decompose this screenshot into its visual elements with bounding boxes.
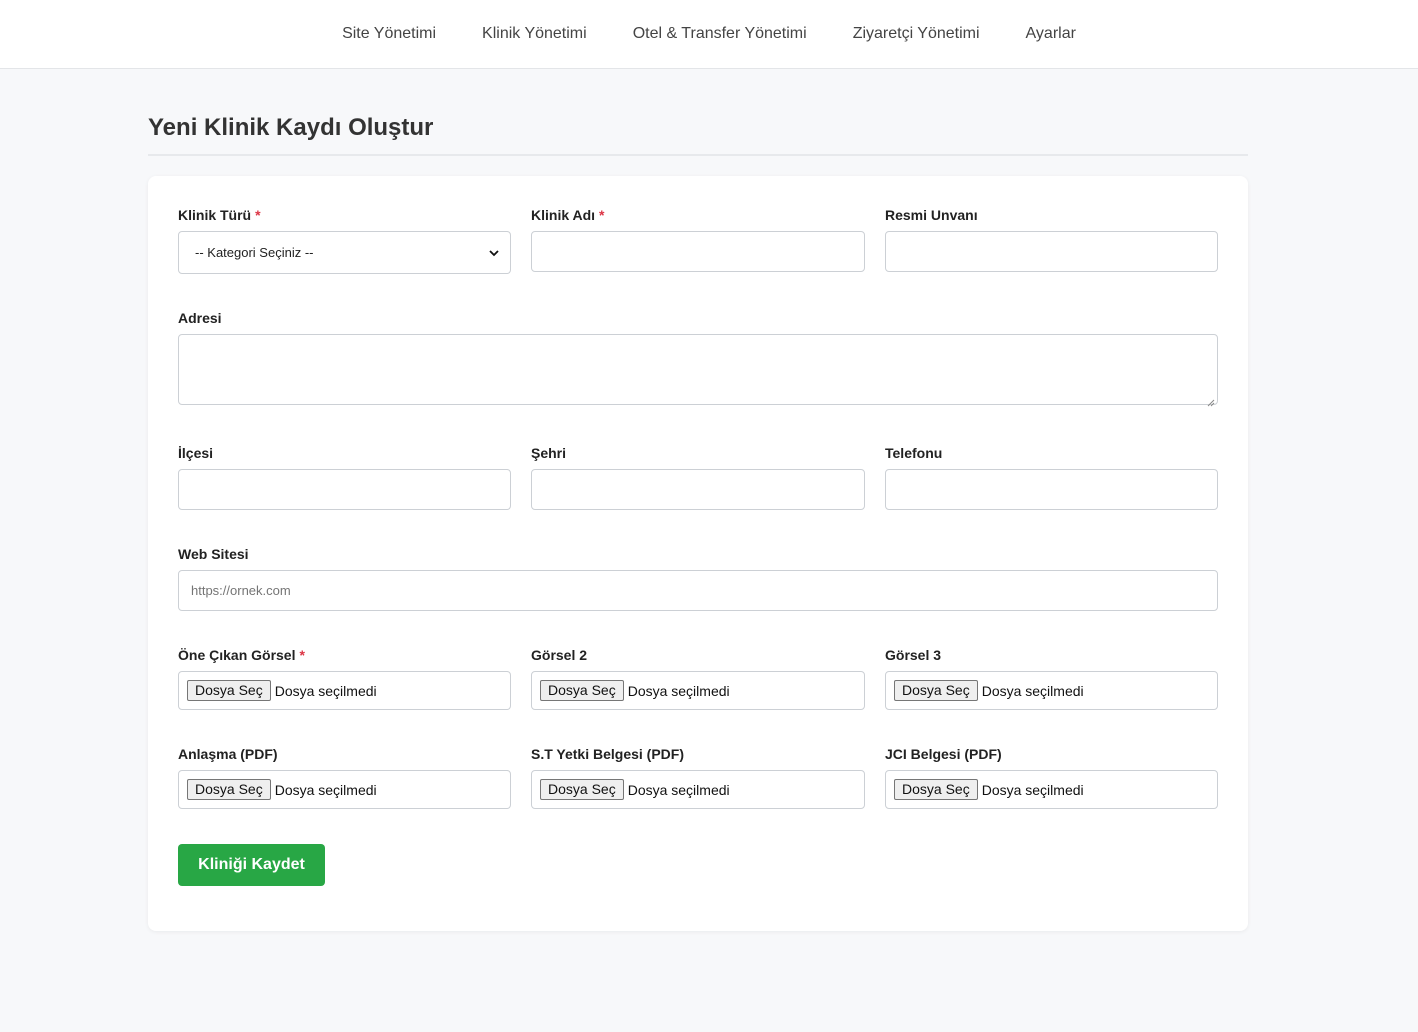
website-input[interactable]: https://ornek.com xyxy=(178,570,1218,611)
required-marker: * xyxy=(599,207,605,223)
choose-file-button[interactable]: Dosya Seç xyxy=(894,779,978,800)
page-title: Yeni Klinik Kaydı Oluştur xyxy=(148,114,434,141)
clinic-form-card: Klinik Türü * -- Kategori Seçiniz -- Klin… xyxy=(148,176,1248,931)
nav-visitor-management[interactable]: Ziyaretçi Yönetimi xyxy=(830,25,1003,43)
district-input[interactable] xyxy=(178,469,511,510)
jci-certificate-field: JCI Belgesi (PDF) Dosya Seç Dosya seçilm… xyxy=(885,746,1218,809)
phone-input[interactable] xyxy=(885,469,1218,510)
city-input[interactable] xyxy=(531,469,865,510)
file-status-text: Dosya seçilmedi xyxy=(274,682,377,699)
district-label: İlçesi xyxy=(178,445,214,461)
jci-certificate-file-input[interactable]: Dosya Seç Dosya seçilmedi xyxy=(885,770,1218,809)
required-marker: * xyxy=(299,647,305,663)
authorization-certificate-field: S.T Yetki Belgesi (PDF) Dosya Seç Dosya … xyxy=(531,746,865,809)
required-marker: * xyxy=(255,207,261,223)
clinic-name-field: Klinik Adı * xyxy=(531,207,865,272)
file-status-text: Dosya seçilmedi xyxy=(981,781,1084,798)
clinic-type-selected-value: -- Kategori Seçiniz -- xyxy=(195,245,314,260)
nav-clinic-management[interactable]: Klinik Yönetimi xyxy=(459,25,610,43)
choose-file-button[interactable]: Dosya Seç xyxy=(187,680,271,701)
phone-field: Telefonu xyxy=(885,445,1218,510)
website-field: Web Sitesi https://ornek.com xyxy=(178,546,1218,611)
file-status-text: Dosya seçilmedi xyxy=(627,682,730,699)
agreement-pdf-file-input[interactable]: Dosya Seç Dosya seçilmedi xyxy=(178,770,511,809)
authorization-certificate-file-input[interactable]: Dosya Seç Dosya seçilmedi xyxy=(531,770,865,809)
featured-image-field: Öne Çıkan Görsel * Dosya Seç Dosya seçilm… xyxy=(178,647,511,710)
image-2-field: Görsel 2 Dosya Seç Dosya seçilmedi xyxy=(531,647,865,710)
website-placeholder: https://ornek.com xyxy=(191,583,291,598)
address-label: Adresi xyxy=(178,310,222,326)
authorization-certificate-label: S.T Yetki Belgesi (PDF) xyxy=(531,746,685,762)
nav-hotel-transfer-management[interactable]: Otel & Transfer Yönetimi xyxy=(610,25,830,43)
image-2-label: Görsel 2 xyxy=(531,647,588,663)
phone-label: Telefonu xyxy=(885,445,943,461)
choose-file-button[interactable]: Dosya Seç xyxy=(540,779,624,800)
agreement-pdf-field: Anlaşma (PDF) Dosya Seç Dosya seçilmedi xyxy=(178,746,511,809)
clinic-type-field: Klinik Türü * -- Kategori Seçiniz -- xyxy=(178,207,511,274)
nav-site-management[interactable]: Site Yönetimi xyxy=(319,25,459,43)
website-label: Web Sitesi xyxy=(178,546,249,562)
city-field: Şehri xyxy=(531,445,865,510)
chevron-down-icon xyxy=(488,247,500,259)
featured-image-label: Öne Çıkan Görsel * xyxy=(178,647,305,663)
official-title-field: Resmi Unvanı xyxy=(885,207,1218,272)
featured-image-file-input[interactable]: Dosya Seç Dosya seçilmedi xyxy=(178,671,511,710)
clinic-type-label: Klinik Türü * xyxy=(178,207,261,223)
clinic-name-input[interactable] xyxy=(531,231,865,272)
official-title-label: Resmi Unvanı xyxy=(885,207,978,223)
choose-file-button[interactable]: Dosya Seç xyxy=(894,680,978,701)
image-3-field: Görsel 3 Dosya Seç Dosya seçilmedi xyxy=(885,647,1218,710)
agreement-pdf-label: Anlaşma (PDF) xyxy=(178,746,278,762)
top-navigation: Site Yönetimi Klinik Yönetimi Otel & Tra… xyxy=(0,0,1418,69)
file-status-text: Dosya seçilmedi xyxy=(274,781,377,798)
save-clinic-button[interactable]: Kliniği Kaydet xyxy=(178,844,325,886)
image-2-file-input[interactable]: Dosya Seç Dosya seçilmedi xyxy=(531,671,865,710)
choose-file-button[interactable]: Dosya Seç xyxy=(187,779,271,800)
clinic-type-select[interactable]: -- Kategori Seçiniz -- xyxy=(178,231,511,274)
title-divider xyxy=(148,154,1248,156)
file-status-text: Dosya seçilmedi xyxy=(981,682,1084,699)
district-field: İlçesi xyxy=(178,445,511,510)
jci-certificate-label: JCI Belgesi (PDF) xyxy=(885,746,1002,762)
official-title-input[interactable] xyxy=(885,231,1218,272)
choose-file-button[interactable]: Dosya Seç xyxy=(540,680,624,701)
clinic-name-label: Klinik Adı * xyxy=(531,207,605,223)
city-label: Şehri xyxy=(531,445,567,461)
address-textarea[interactable] xyxy=(178,334,1218,407)
address-field: Adresi xyxy=(178,310,1218,407)
file-status-text: Dosya seçilmedi xyxy=(627,781,730,798)
image-3-file-input[interactable]: Dosya Seç Dosya seçilmedi xyxy=(885,671,1218,710)
resize-grip-icon[interactable] xyxy=(1207,394,1215,407)
image-3-label: Görsel 3 xyxy=(885,647,942,663)
nav-settings[interactable]: Ayarlar xyxy=(1003,25,1099,43)
